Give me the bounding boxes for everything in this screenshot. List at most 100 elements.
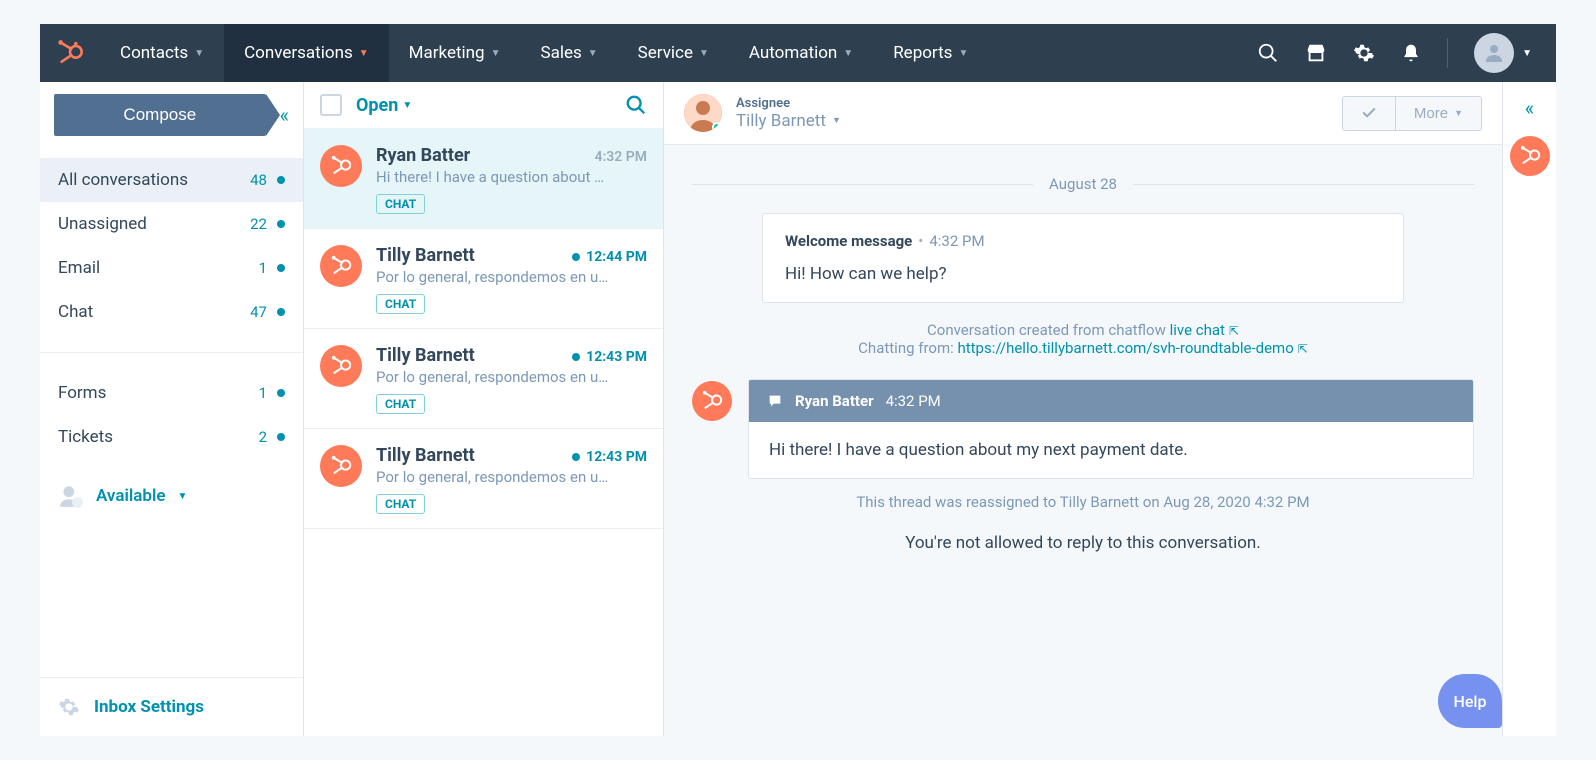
thread-time: 12:43 PM	[572, 449, 647, 465]
unread-dot-icon	[572, 253, 580, 261]
source-url-link[interactable]: https://hello.tillybarnett.com/svh-round…	[957, 339, 1293, 357]
folder-count: 2	[259, 428, 267, 446]
nav-conversations[interactable]: Conversations ▼	[224, 24, 389, 82]
thread-content: Tilly Barnett 12:43 PM Por lo general, r…	[376, 445, 647, 514]
folder-chat[interactable]: Chat 47	[40, 290, 303, 334]
user-status-icon	[58, 483, 84, 509]
hubspot-avatar-icon	[320, 345, 362, 387]
folder-unassigned[interactable]: Unassigned 22	[40, 202, 303, 246]
message-card: Ryan Batter 4:32 PM Hi there! I have a q…	[748, 379, 1474, 479]
thread-list: Open ▼ Ryan Batter 4:32 PM Hi there! I h…	[304, 82, 664, 736]
nav-reports[interactable]: Reports▼	[873, 24, 988, 82]
folder-label: Chat	[58, 302, 250, 322]
folder-count: 1	[259, 259, 267, 277]
hubspot-fab-icon[interactable]	[1510, 136, 1550, 176]
sidebar: Compose « All conversations 48 Unassigne…	[40, 82, 304, 736]
unread-dot-icon	[572, 353, 580, 361]
nav-label: Automation	[749, 43, 837, 63]
nav-divider	[1447, 38, 1448, 68]
folder-list-secondary: Forms 1 Tickets 2	[40, 361, 303, 469]
conversation-actions: More▼	[1342, 96, 1482, 131]
assignee-info: Assignee Tilly Barnett▼	[736, 96, 841, 131]
chevron-down-icon: ▼	[491, 48, 501, 59]
date-divider: August 28	[692, 175, 1474, 193]
thread-time: 12:43 PM	[572, 349, 647, 365]
chat-bubble-icon	[767, 393, 783, 409]
folder-email[interactable]: Email 1	[40, 246, 303, 290]
thread-content: Tilly Barnett 12:44 PM Por lo general, r…	[376, 245, 647, 314]
nav-service[interactable]: Service▼	[618, 24, 729, 82]
folder-label: Unassigned	[58, 214, 250, 234]
thread-sender: Ryan Batter	[376, 145, 470, 166]
hubspot-logo-icon[interactable]	[40, 24, 100, 82]
inbox-settings-link[interactable]: Inbox Settings	[40, 677, 303, 736]
conversation-body[interactable]: August 28 Welcome message•4:32 PM Hi! Ho…	[664, 145, 1502, 736]
message-row: Ryan Batter 4:32 PM Hi there! I have a q…	[692, 379, 1474, 479]
thread-item[interactable]: Ryan Batter 4:32 PM Hi there! I have a q…	[304, 129, 663, 229]
status-label: Available	[96, 486, 166, 506]
chevron-down-icon: ▼	[832, 115, 841, 126]
thread-preview: Por lo general, respondemos en u…	[376, 368, 647, 386]
chevron-down-icon: ▼	[402, 100, 412, 111]
help-button[interactable]: Help	[1438, 674, 1502, 728]
settings-label: Inbox Settings	[94, 697, 204, 717]
hubspot-avatar-icon	[320, 245, 362, 287]
nav-label: Reports	[893, 43, 952, 63]
gear-icon[interactable]	[1353, 42, 1375, 64]
chatflow-link[interactable]: live chat	[1170, 321, 1225, 339]
thread-item[interactable]: Tilly Barnett 12:43 PM Por lo general, r…	[304, 429, 663, 529]
folder-forms[interactable]: Forms 1	[40, 371, 303, 415]
compose-row: Compose «	[40, 82, 303, 148]
chevron-down-icon: ▼	[1454, 108, 1463, 118]
search-icon[interactable]	[1257, 42, 1279, 64]
external-link-icon: ⇱	[1229, 324, 1239, 338]
nav-label: Contacts	[120, 43, 188, 63]
nav-right: ▼	[1257, 24, 1556, 82]
compose-button[interactable]: Compose	[54, 94, 266, 136]
nav-items: Contacts▼ Conversations▼ Marketing▼ Sale…	[100, 24, 988, 82]
thread-item[interactable]: Tilly Barnett 12:43 PM Por lo general, r…	[304, 329, 663, 429]
folder-label: Email	[58, 258, 259, 278]
welcome-body: Hi! How can we help?	[785, 264, 1381, 284]
nav-label: Marketing	[409, 43, 485, 63]
user-menu[interactable]: ▼	[1474, 33, 1532, 73]
select-all-checkbox[interactable]	[320, 94, 342, 116]
thread-item[interactable]: Tilly Barnett 12:44 PM Por lo general, r…	[304, 229, 663, 329]
nav-contacts[interactable]: Contacts▼	[100, 24, 224, 82]
channel-tag: CHAT	[376, 494, 425, 514]
folder-count: 47	[250, 303, 267, 321]
unread-dot-icon	[572, 453, 580, 461]
status-filter-dropdown[interactable]: Open ▼	[356, 95, 412, 116]
assignee-avatar	[684, 94, 722, 132]
reassignment-notice: This thread was reassigned to Tilly Barn…	[692, 493, 1474, 511]
conversation-header: Assignee Tilly Barnett▼ More▼	[664, 82, 1502, 145]
expand-panel-icon[interactable]: «	[1525, 96, 1534, 120]
search-icon[interactable]	[625, 94, 647, 116]
conversation-panel: Assignee Tilly Barnett▼ More▼ August 28 …	[664, 82, 1502, 736]
collapse-sidebar-icon[interactable]: «	[280, 103, 289, 127]
top-nav: Contacts▼ Conversations▼ Marketing▼ Sale…	[40, 24, 1556, 82]
nav-sales[interactable]: Sales▼	[521, 24, 618, 82]
thread-time: 12:44 PM	[572, 249, 647, 265]
external-link-icon: ⇱	[1298, 342, 1308, 356]
folder-list-primary: All conversations 48 Unassigned 22 Email…	[40, 148, 303, 344]
unread-dot-icon	[277, 220, 285, 228]
assignee-dropdown[interactable]: Tilly Barnett▼	[736, 111, 841, 131]
chevron-down-icon: ▼	[843, 48, 853, 59]
chevron-down-icon: ▼	[178, 491, 188, 502]
mark-done-button[interactable]	[1342, 96, 1396, 131]
more-actions-button[interactable]: More▼	[1396, 96, 1482, 131]
status-dropdown[interactable]: Available ▼	[40, 469, 303, 523]
message-sender: Ryan Batter	[795, 392, 874, 410]
nav-marketing[interactable]: Marketing ▼	[389, 24, 521, 82]
nav-label: Conversations	[244, 43, 353, 63]
marketplace-icon[interactable]	[1305, 42, 1327, 64]
message-body: Hi there! I have a question about my nex…	[749, 422, 1473, 478]
hubspot-avatar-icon	[320, 145, 362, 187]
thread-content: Tilly Barnett 12:43 PM Por lo general, r…	[376, 345, 647, 414]
nav-automation[interactable]: Automation ▼	[729, 24, 873, 82]
chevron-down-icon: ▼	[359, 48, 369, 59]
folder-tickets[interactable]: Tickets 2	[40, 415, 303, 459]
folder-all-conversations[interactable]: All conversations 48	[40, 158, 303, 202]
bell-icon[interactable]	[1401, 42, 1421, 64]
